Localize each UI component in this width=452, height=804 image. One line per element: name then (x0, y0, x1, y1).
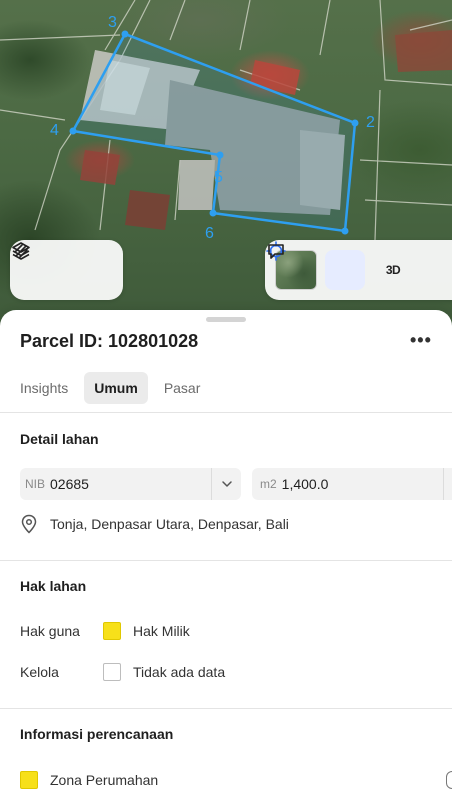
nib-value: 02685 (50, 476, 89, 492)
draw-icon (14, 244, 28, 258)
draw-button[interactable] (14, 244, 111, 290)
divider (0, 412, 452, 413)
section-title-planning: Informasi perencanaan (20, 726, 174, 742)
empty-swatch (103, 663, 121, 681)
area-value: 1,400.0 (281, 476, 329, 492)
tab-umum[interactable]: Umum (84, 372, 148, 404)
area-field[interactable]: m2 1,400.0 (252, 468, 452, 500)
hak-milik-swatch (103, 622, 121, 640)
kelola-row: Kelola Tidak ada data (20, 663, 225, 681)
map-view[interactable]: 3 2 4 5 6 3D (0, 0, 452, 330)
address-row: Tonja, Denpasar Utara, Denpasar, Bali (20, 514, 289, 534)
map-tools-right: 3D (265, 240, 452, 300)
hak-guna-row: Hak guna Hak Milik (20, 622, 190, 640)
area-prefix: m2 (260, 477, 277, 491)
section-title-hak: Hak lahan (20, 578, 87, 594)
nib-prefix: NIB (25, 477, 46, 491)
section-title-detail: Detail lahan (20, 431, 99, 447)
sheet-drag-handle[interactable] (206, 317, 246, 322)
zone-label: Zona Perumahan (50, 772, 159, 788)
hak-guna-label: Hak guna (20, 623, 80, 639)
tab-pasar[interactable]: Pasar (154, 372, 211, 404)
more-options-button[interactable]: ••• (410, 330, 432, 351)
chat-icon (268, 244, 284, 259)
field-separator (443, 468, 444, 500)
chevron-down-icon (211, 468, 241, 500)
page-title: Parcel ID: 102801028 (20, 331, 199, 351)
kelola-value: Tidak ada data (133, 664, 226, 680)
vertex-label: 5 (214, 169, 223, 186)
zone-toggle-edge[interactable] (446, 771, 452, 789)
hak-guna-value: Hak Milik (133, 623, 190, 639)
parcel-sheet: Parcel ID: 102801028 ••• Insights Umum P… (0, 310, 452, 804)
map-tools-left (10, 240, 123, 300)
zone-swatch (20, 771, 38, 789)
location-pin-icon (21, 514, 37, 534)
chat-button[interactable] (268, 244, 452, 290)
3d-label: 3D (385, 263, 401, 277)
tab-bar: Insights Umum Pasar (10, 372, 210, 404)
locate-button[interactable] (266, 241, 365, 290)
vertex-label: 3 (108, 14, 117, 31)
kelola-label: Kelola (20, 664, 59, 680)
nib-select[interactable]: NIB 02685 (20, 468, 241, 500)
parcel-polygon: 3 2 4 5 6 (50, 14, 375, 242)
divider (0, 708, 452, 709)
vertex-label: 2 (366, 114, 375, 131)
3d-view-button[interactable]: 3D (373, 250, 413, 290)
divider (0, 560, 452, 561)
vertex-label: 4 (50, 122, 59, 139)
zone-row[interactable]: Zona Perumahan (20, 771, 158, 789)
address-text: Tonja, Denpasar Utara, Denpasar, Bali (50, 516, 289, 532)
vertex-label: 6 (205, 225, 214, 242)
tab-insights[interactable]: Insights (10, 372, 78, 404)
